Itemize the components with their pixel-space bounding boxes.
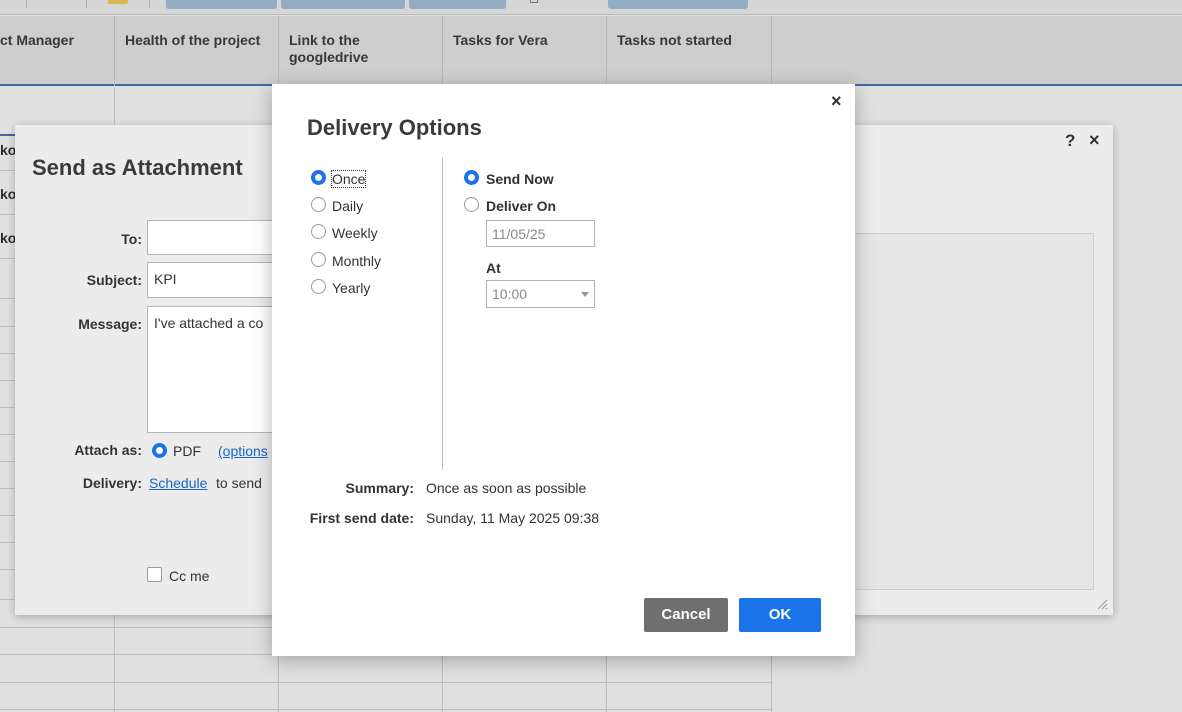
cc-me-checkbox[interactable]: [147, 567, 162, 582]
close-icon[interactable]: ×: [1089, 130, 1100, 151]
ok-button[interactable]: OK: [739, 598, 821, 632]
weekly-label[interactable]: Weekly: [332, 225, 378, 241]
summary-value: Once as soon as possible: [426, 480, 587, 496]
delivery-text: to send: [216, 475, 262, 491]
at-label: At: [486, 260, 501, 276]
resize-grip-icon[interactable]: [1096, 598, 1108, 610]
delivery-label: Delivery:: [82, 475, 142, 491]
monthly-radio[interactable]: [311, 252, 326, 267]
vertical-divider: [442, 158, 443, 470]
options-link[interactable]: (options: [218, 443, 268, 459]
yearly-radio[interactable]: [311, 279, 326, 294]
subject-field[interactable]: KPI: [147, 262, 287, 298]
close-icon[interactable]: ×: [831, 91, 842, 112]
monthly-label[interactable]: Monthly: [332, 253, 381, 269]
daily-radio[interactable]: [311, 197, 326, 212]
delivery-time-select[interactable]: 10:00: [486, 280, 595, 308]
preview-area: [847, 233, 1094, 590]
pdf-radio[interactable]: [152, 443, 167, 458]
send-dialog-title: Send as Attachment: [32, 155, 243, 180]
help-icon[interactable]: ?: [1065, 131, 1075, 151]
cancel-button[interactable]: Cancel: [644, 598, 728, 632]
first-send-value: Sunday, 11 May 2025 09:38: [426, 510, 600, 526]
to-field[interactable]: [147, 220, 287, 255]
once-radio[interactable]: [311, 170, 326, 185]
deliver-on-label[interactable]: Deliver On: [486, 198, 556, 214]
time-value: 10:00: [492, 286, 528, 302]
first-send-label: First send date:: [309, 510, 414, 526]
once-label[interactable]: Once: [330, 170, 367, 188]
deliver-on-radio[interactable]: [464, 197, 479, 212]
to-label: To:: [121, 231, 142, 247]
summary-label: Summary:: [345, 480, 414, 496]
chevron-down-icon: [581, 292, 589, 297]
message-field[interactable]: I've attached a co: [147, 306, 287, 433]
subject-label: Subject:: [86, 272, 142, 288]
attach-as-label: Attach as:: [74, 442, 142, 458]
send-now-label[interactable]: Send Now: [486, 171, 554, 187]
cc-me-label: Cc me: [169, 568, 210, 584]
dialog-title: Delivery Options: [307, 115, 482, 140]
pdf-label: PDF: [173, 443, 201, 459]
daily-label[interactable]: Daily: [332, 198, 363, 214]
send-now-radio[interactable]: [464, 170, 479, 185]
weekly-radio[interactable]: [311, 224, 326, 239]
delivery-options-dialog: Delivery Options × Once Daily Weekly Mon…: [272, 84, 855, 656]
yearly-label[interactable]: Yearly: [332, 280, 370, 296]
message-label: Message:: [78, 316, 142, 332]
delivery-date-input[interactable]: 11/05/25: [486, 220, 595, 247]
schedule-link[interactable]: Schedule: [149, 475, 207, 491]
